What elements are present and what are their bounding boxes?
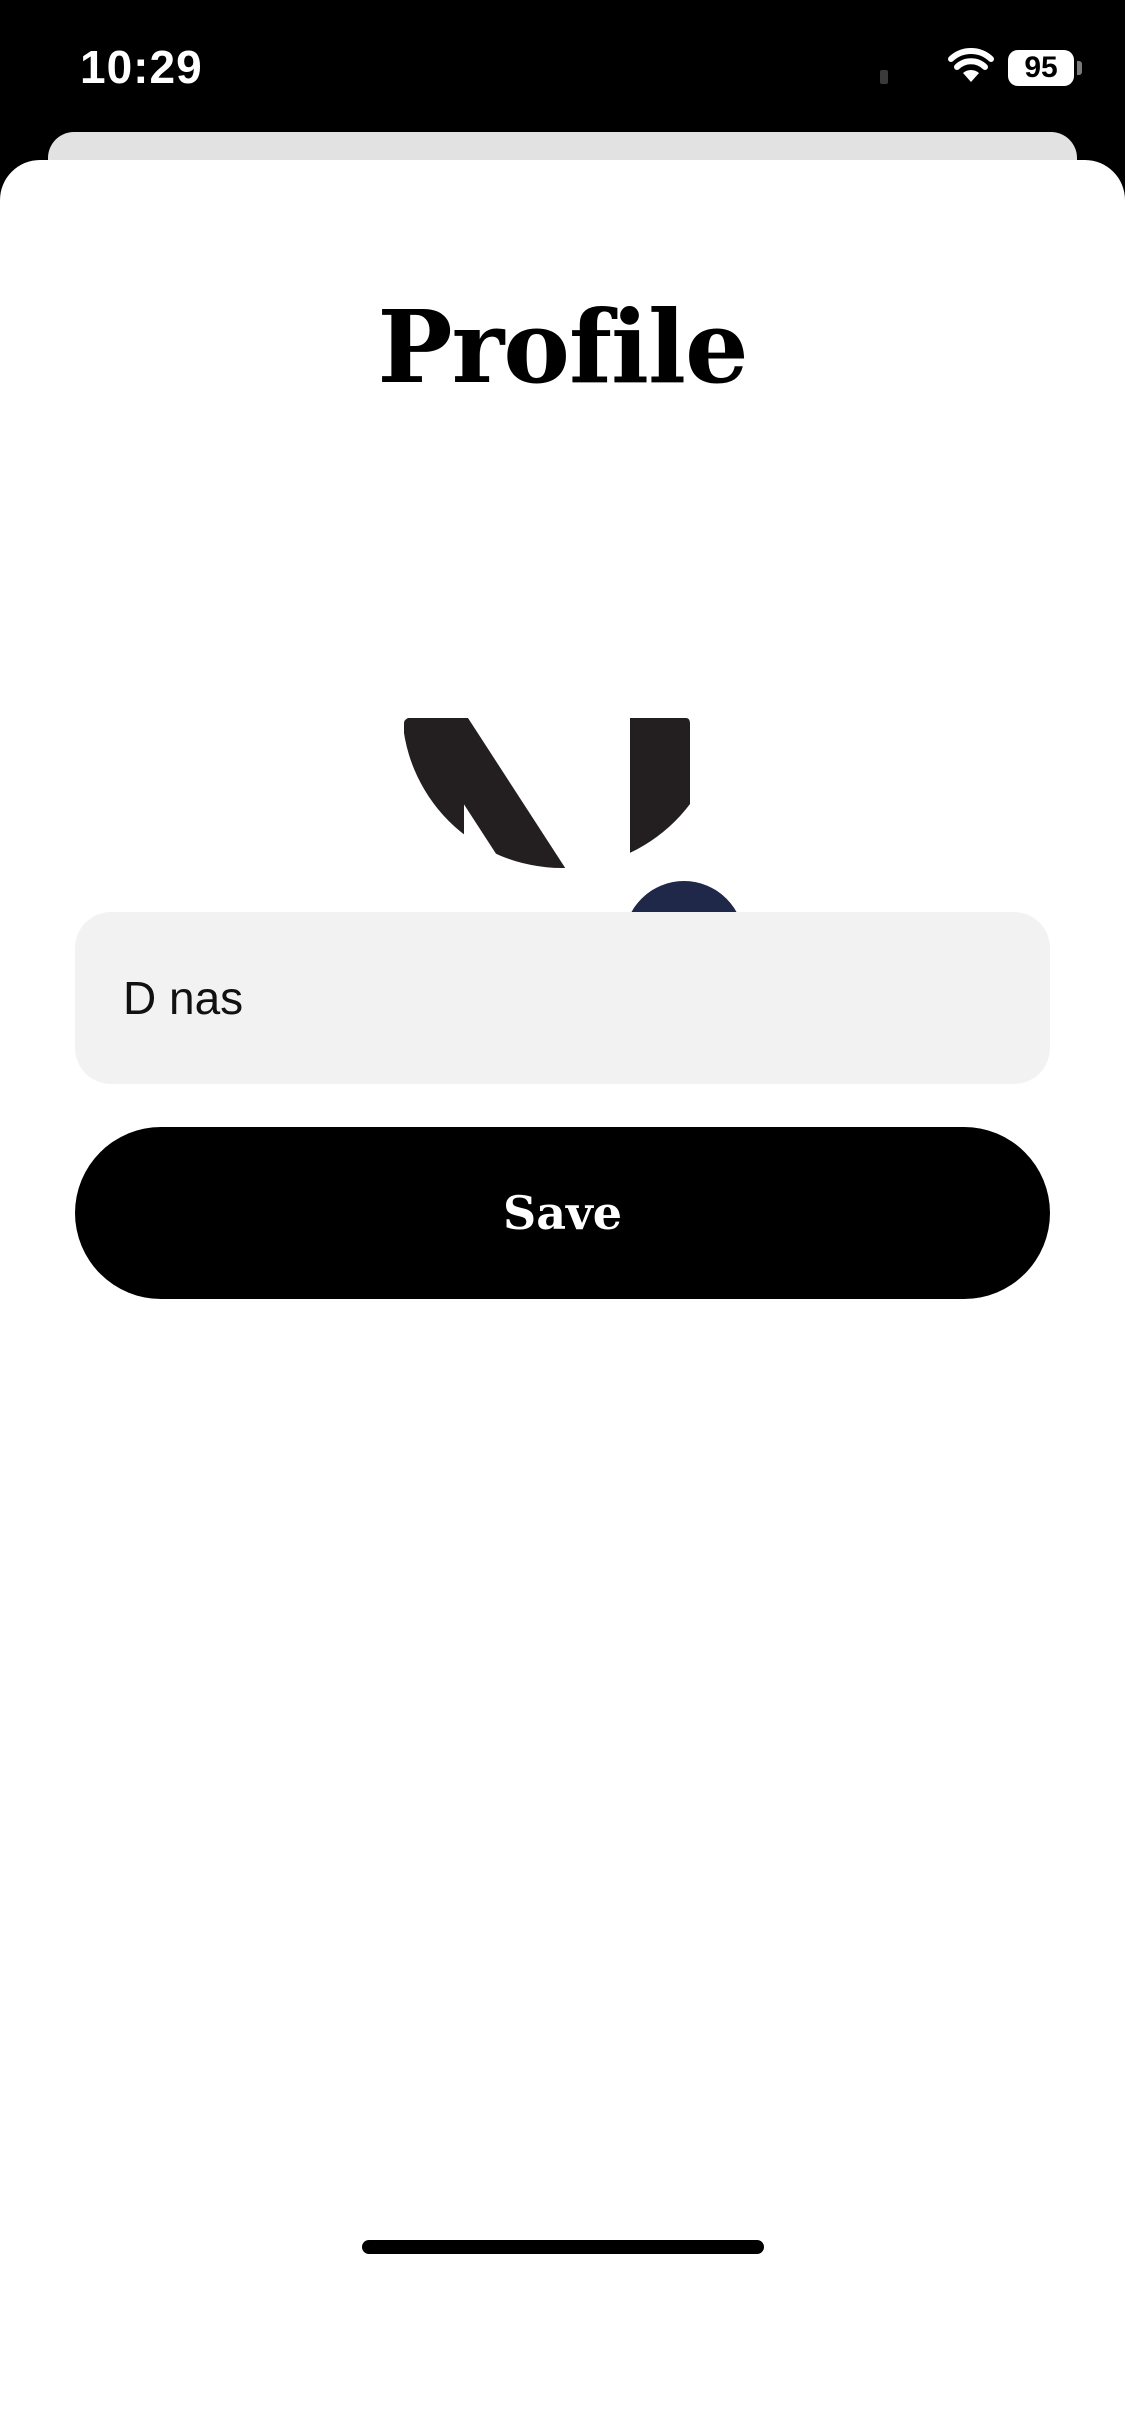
battery-level: 95 <box>1024 51 1058 84</box>
avatar-container <box>402 548 744 1001</box>
status-time: 10:29 <box>80 41 203 93</box>
home-indicator[interactable] <box>362 2240 764 2254</box>
name-input[interactable] <box>123 971 1002 1025</box>
battery-icon: 95 <box>1008 50 1074 86</box>
page-title: Profile <box>377 288 748 406</box>
screen: 10:29 95 Profile D nas Save <box>0 0 1125 2436</box>
signal-icon <box>880 70 888 84</box>
wifi-icon <box>948 48 994 82</box>
avatar[interactable] <box>402 548 722 868</box>
avatar-logo-n <box>402 548 722 868</box>
battery-cap <box>1077 61 1082 75</box>
name-field[interactable] <box>75 912 1050 1084</box>
status-bar: 10:29 95 <box>0 0 1125 135</box>
profile-sheet: Profile D nas Save <box>0 160 1125 2436</box>
save-button[interactable]: Save <box>75 1127 1050 1299</box>
